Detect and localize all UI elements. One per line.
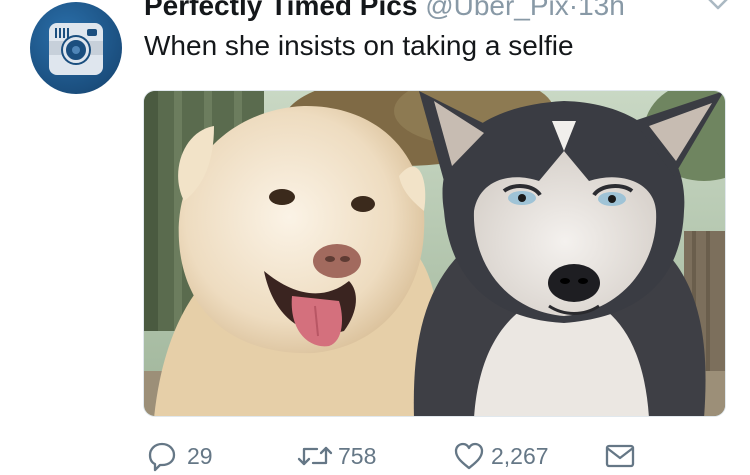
tweet[interactable]: Perfectly Timed Pics @Uber_Pix·13h When …	[0, 0, 750, 475]
reply-count: 29	[187, 443, 213, 469]
chevron-down-icon[interactable]	[704, 0, 732, 16]
camera-icon	[49, 23, 103, 75]
reply-button[interactable]: 29	[146, 436, 213, 475]
retweet-icon	[297, 446, 333, 466]
like-button[interactable]: 2,267	[453, 436, 549, 475]
like-count: 2,267	[491, 443, 549, 469]
heart-icon	[454, 442, 484, 470]
tweet-actions: 29 758 2,267	[0, 436, 750, 475]
dogs-photo	[144, 91, 725, 416]
tweet-text: When she insists on taking a selfie	[144, 30, 574, 61]
display-name[interactable]: Perfectly Timed Pics	[144, 0, 417, 21]
tweet-header: Perfectly Timed Pics @Uber_Pix·13h	[144, 0, 625, 23]
retweet-button[interactable]: 758	[297, 436, 376, 475]
reply-icon	[148, 442, 176, 472]
tweet-photo[interactable]	[143, 90, 726, 417]
separator: ·	[568, 0, 579, 21]
avatar[interactable]	[30, 2, 122, 94]
retweet-count: 758	[338, 443, 377, 469]
user-handle[interactable]: @Uber_Pix	[425, 0, 569, 21]
dm-button[interactable]	[604, 436, 636, 475]
timestamp[interactable]: 13h	[578, 0, 625, 21]
envelope-icon	[605, 444, 635, 468]
